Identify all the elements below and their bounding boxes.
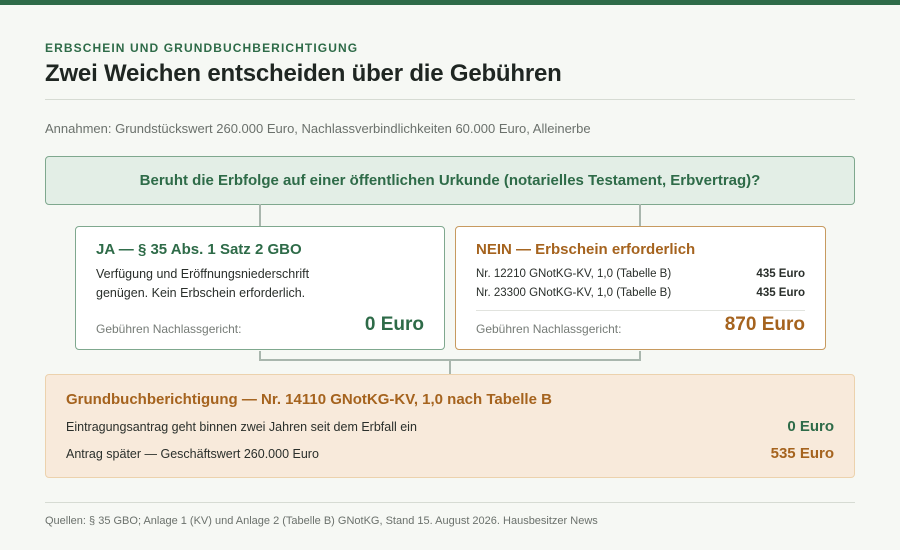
connector-down	[449, 360, 451, 374]
page-title: Zwei Weichen entscheiden über die Gebühr…	[45, 60, 562, 87]
assumptions-text: Annahmen: Grundstückswert 260.000 Euro, …	[45, 121, 591, 136]
branch-no-total-label: Gebühren Nachlassgericht:	[476, 322, 622, 336]
fee-amount: 435 Euro	[756, 268, 805, 280]
fee-label: Nr. 23300 GNotKG-KV, 1,0 (Tabelle B)	[476, 287, 672, 299]
fee-divider	[476, 310, 805, 311]
grundbuch-row-label: Eintragungsantrag geht binnen zwei Jahre…	[66, 420, 417, 434]
grundbuch-row-label: Antrag später — Geschäftswert 260.000 Eu…	[66, 447, 319, 461]
decision-question-text: Beruht die Erbfolge auf einer öffentlich…	[139, 172, 761, 189]
grundbuch-row: Eintragungsantrag geht binnen zwei Jahre…	[66, 418, 834, 435]
branch-yes-total-value: 0 Euro	[364, 314, 424, 335]
fee-amount: 435 Euro	[756, 287, 805, 299]
branch-yes-heading: JA — § 35 Abs. 1 Satz 2 GBO	[96, 241, 302, 258]
footer-divider	[45, 502, 855, 503]
fee-label: Nr. 12210 GNotKG-KV, 1,0 (Tabelle B)	[476, 268, 672, 280]
top-accent-bar	[0, 0, 900, 5]
sources-footnote: Quellen: § 35 GBO; Anlage 1 (KV) und Anl…	[45, 515, 598, 527]
grundbuch-row-value: 535 Euro	[770, 445, 834, 462]
grundbuch-heading: Grundbuchberichtigung — Nr. 14110 GNotKG…	[66, 391, 552, 408]
fee-row: Nr. 12210 GNotKG-KV, 1,0 (Tabelle B) 435…	[476, 268, 805, 280]
branch-no-total-value: 870 Euro	[724, 314, 805, 335]
branch-yes-card: JA — § 35 Abs. 1 Satz 2 GBO Verfügung un…	[75, 226, 445, 350]
branch-no-card: NEIN — Erbschein erforderlich Nr. 12210 …	[455, 226, 826, 350]
branch-no-heading: NEIN — Erbschein erforderlich	[476, 241, 696, 258]
decision-question: Beruht die Erbfolge auf einer öffentlich…	[45, 156, 855, 205]
fee-row: Nr. 23300 GNotKG-KV, 1,0 (Tabelle B) 435…	[476, 287, 805, 299]
branch-yes-total-label: Gebühren Nachlassgericht:	[96, 322, 242, 336]
branch-yes-line2: genügen. Kein Erbschein erforderlich.	[96, 286, 306, 300]
kicker: ERBSCHEIN UND GRUNDBUCHBERICHTIGUNG	[45, 41, 359, 55]
title-divider	[45, 99, 855, 100]
connector-no-top	[639, 204, 641, 226]
grundbuch-row: Antrag später — Geschäftswert 260.000 Eu…	[66, 445, 834, 462]
connector-yes-top	[259, 204, 261, 226]
grundbuch-row-value: 0 Euro	[787, 418, 834, 435]
branch-yes-line1: Verfügung und Eröffnungsniederschrift	[96, 267, 310, 281]
grundbuch-card: Grundbuchberichtigung — Nr. 14110 GNotKG…	[45, 374, 855, 478]
